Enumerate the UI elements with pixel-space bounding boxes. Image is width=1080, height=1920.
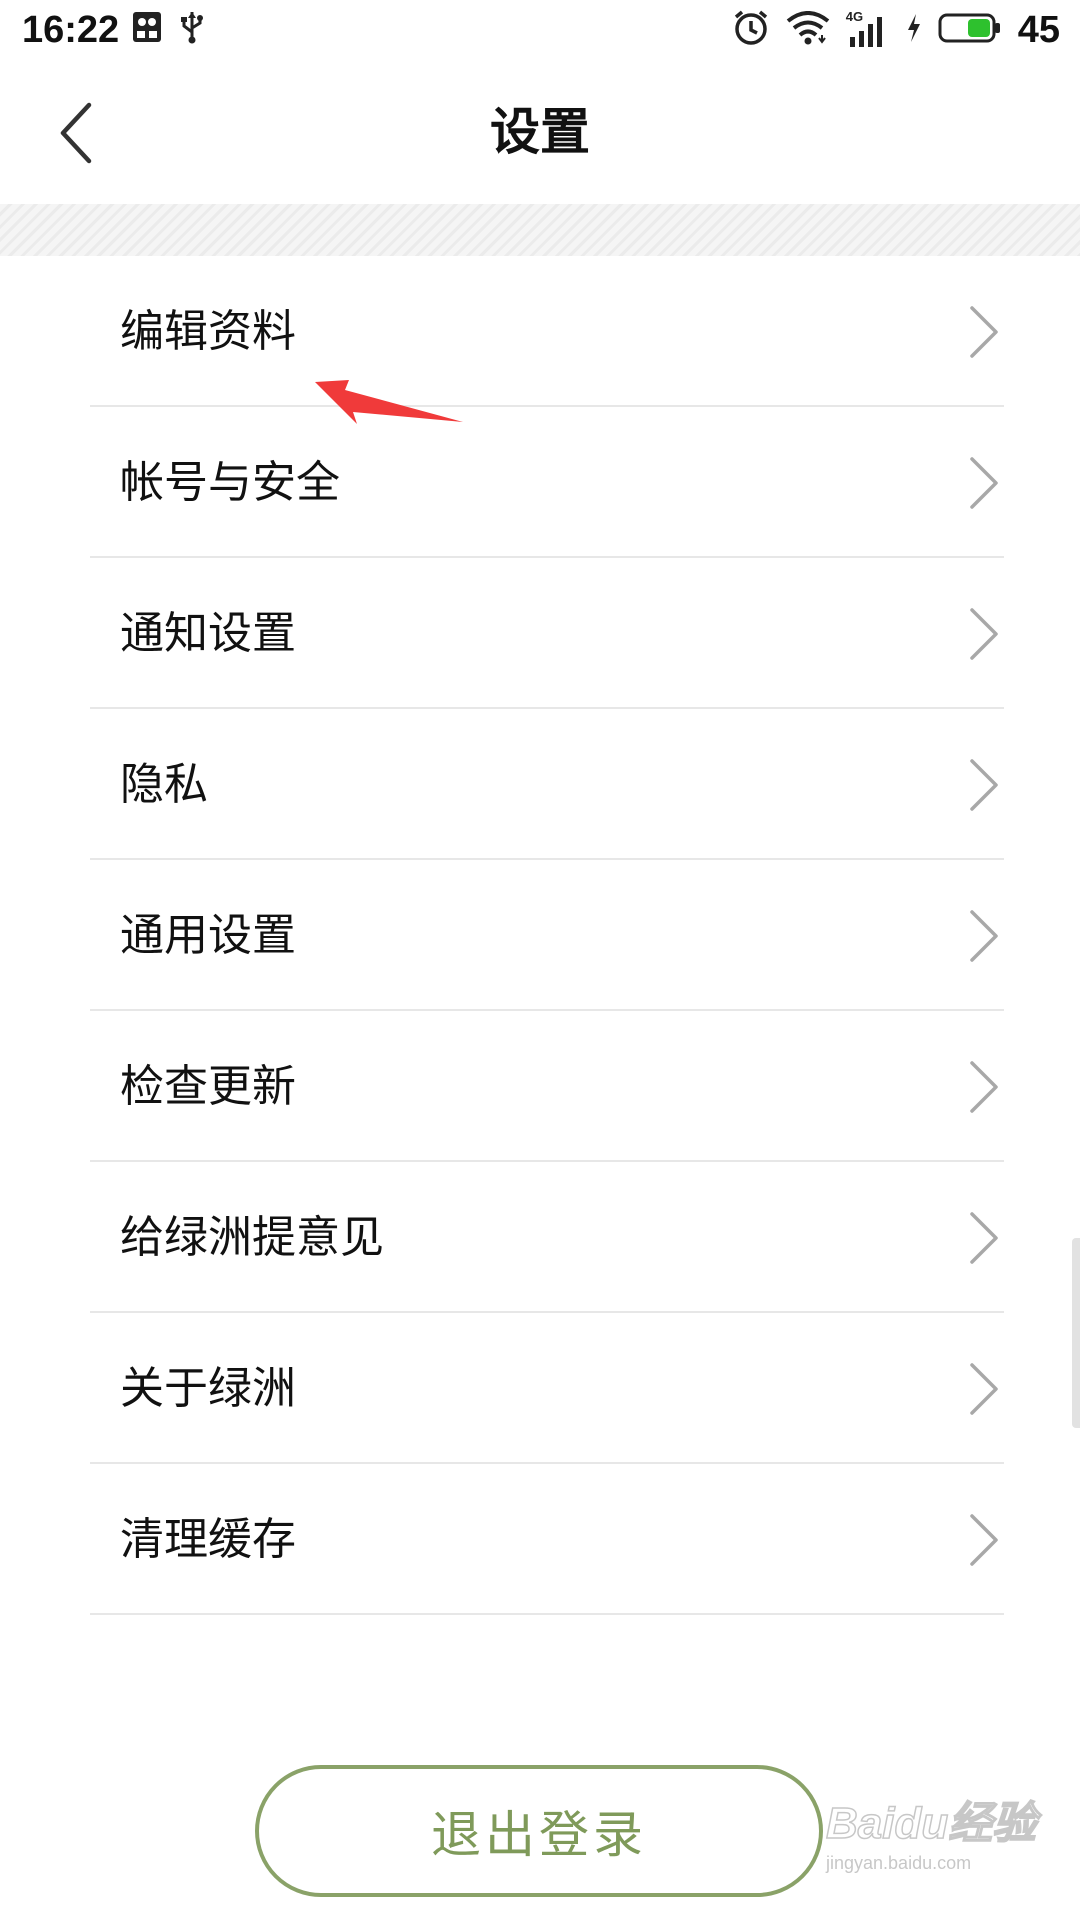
notification-app-icon	[132, 11, 162, 47]
watermark-logo: Baidu经验	[825, 1799, 1037, 1849]
status-right-icons: 4G 45	[732, 8, 1060, 52]
annotation-arrow-icon	[315, 380, 463, 424]
battery-icon	[938, 12, 1002, 48]
chevron-right-icon	[970, 306, 998, 358]
baidu-watermark: Baidu经验 jingyan.baidu.com	[825, 1799, 1037, 1910]
menu-item-account-security[interactable]: 帐号与安全	[0, 407, 1080, 558]
alarm-icon	[732, 9, 770, 51]
menu-item-label: 隐私	[120, 759, 208, 810]
chevron-right-icon	[970, 608, 998, 660]
menu-item-label: 通知设置	[120, 608, 296, 659]
menu-item-label: 清理缓存	[120, 1514, 296, 1565]
charging-icon	[906, 13, 922, 47]
menu-item-label: 给绿洲提意见	[120, 1212, 384, 1263]
menu-item-label: 帐号与安全	[120, 457, 340, 508]
section-divider	[0, 204, 1080, 256]
menu-item-notification-settings[interactable]: 通知设置	[0, 558, 1080, 709]
chevron-right-icon	[970, 1212, 998, 1264]
logout-label: 退出登录	[431, 1806, 647, 1864]
chevron-right-icon	[970, 1061, 998, 1113]
header: 设置	[0, 60, 1080, 204]
chevron-right-icon	[970, 1363, 998, 1415]
wifi-icon	[786, 11, 830, 49]
menu-item-label: 关于绿洲	[120, 1363, 296, 1414]
status-time: 16:22	[22, 9, 120, 51]
scroll-indicator	[1072, 1238, 1080, 1428]
menu-item-feedback[interactable]: 给绿洲提意见	[0, 1162, 1080, 1313]
menu-item-about[interactable]: 关于绿洲	[0, 1313, 1080, 1464]
settings-menu-list: 编辑资料 帐号与安全 通知设置 隐私 通用设置 检查更新 给绿洲提意见 关于绿洲…	[0, 256, 1080, 1615]
menu-item-label: 编辑资料	[120, 306, 296, 357]
menu-item-privacy[interactable]: 隐私	[0, 709, 1080, 860]
menu-item-label: 通用设置	[120, 910, 296, 961]
menu-item-general-settings[interactable]: 通用设置	[0, 860, 1080, 1011]
chevron-right-icon	[970, 457, 998, 509]
menu-item-edit-profile[interactable]: 编辑资料	[0, 256, 1080, 407]
usb-icon	[180, 10, 204, 48]
cellular-signal-icon: 4G	[846, 9, 890, 49]
watermark-url: jingyan.baidu.com	[826, 1853, 972, 1873]
menu-item-check-update[interactable]: 检查更新	[0, 1011, 1080, 1162]
chevron-right-icon	[970, 1514, 998, 1566]
logout-button[interactable]: 退出登录	[255, 1765, 823, 1897]
battery-level-text: 45	[1017, 9, 1060, 51]
menu-item-label: 检查更新	[120, 1061, 296, 1112]
status-left-icons	[132, 10, 204, 48]
page-title: 设置	[490, 103, 590, 161]
status-bar: 16:22 4G 45	[0, 0, 1080, 60]
chevron-right-icon	[970, 910, 998, 962]
menu-item-clear-cache[interactable]: 清理缓存	[0, 1464, 1080, 1615]
chevron-right-icon	[970, 759, 998, 811]
